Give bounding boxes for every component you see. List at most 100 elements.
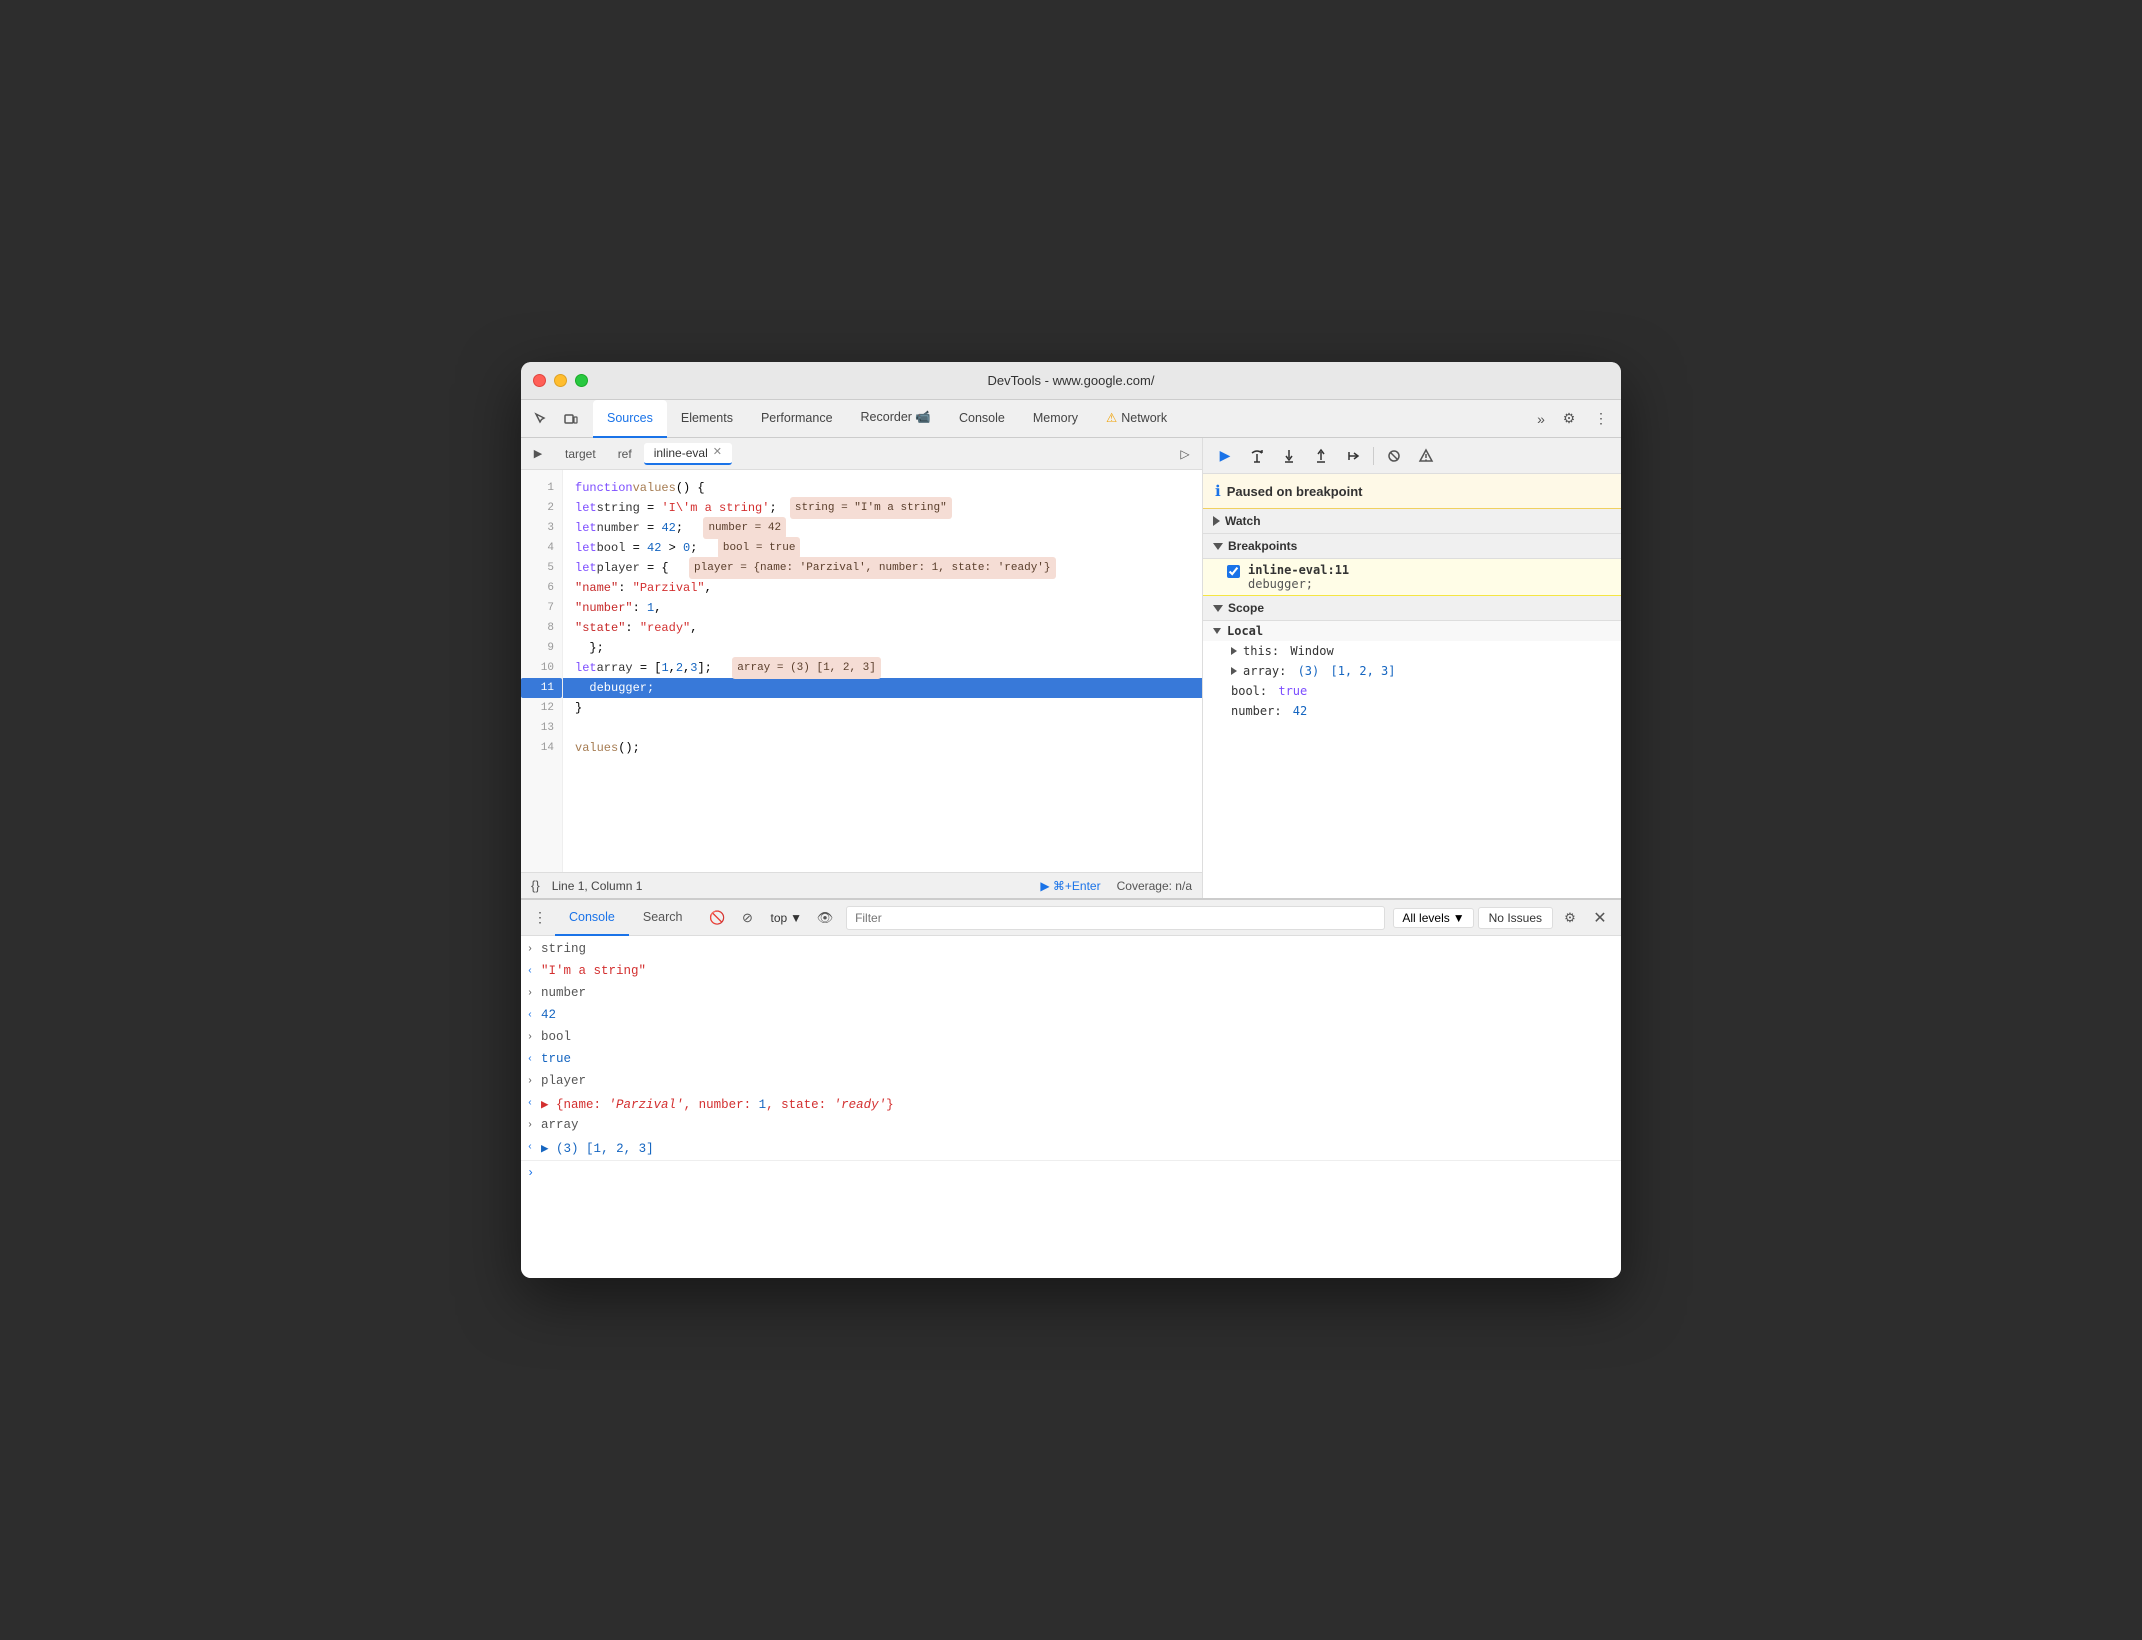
scope-section-header[interactable]: Scope	[1203, 596, 1621, 621]
input-arrow-icon-5: ›	[527, 1120, 533, 1131]
step-button[interactable]	[1339, 442, 1367, 470]
line-num-3: 3	[521, 518, 562, 538]
breakpoints-label: Breakpoints	[1228, 539, 1297, 553]
main-content: ▶ target ref inline-eval ✕ ▷ 1 2 3 4	[521, 438, 1621, 898]
line-num-1: 1	[521, 478, 562, 498]
array-expand-icon	[1231, 667, 1237, 675]
run-snippet-button[interactable]: ▶ ⌘+Enter	[1040, 879, 1100, 893]
tab-console-bottom[interactable]: Console	[555, 900, 629, 936]
code-line-1: function values() {	[563, 478, 1202, 498]
maximize-traffic-light[interactable]	[575, 374, 588, 387]
console-entry-number-output: ‹ 42	[521, 1006, 1621, 1028]
file-tree-toggle[interactable]: ▶	[527, 443, 549, 465]
console-entry-string-output: ‹ "I'm a string"	[521, 962, 1621, 984]
breakpoints-section-header[interactable]: Breakpoints	[1203, 534, 1621, 559]
tab-network[interactable]: ⚠Network	[1092, 400, 1181, 438]
code-line-13	[563, 718, 1202, 738]
tab-search[interactable]: Search	[629, 900, 697, 936]
console-prompt-icon: ›	[527, 1166, 534, 1180]
no-issues-button[interactable]: No Issues	[1478, 907, 1553, 929]
eye-icon[interactable]: 👁	[812, 905, 838, 931]
scope-val-array-content: [1, 2, 3]	[1330, 664, 1395, 678]
scope-array[interactable]: array: (3) [1, 2, 3]	[1203, 661, 1621, 681]
resume-button[interactable]: ▶	[1211, 442, 1239, 470]
console-text-number-input: number	[541, 986, 1613, 1000]
more-source-tabs-button[interactable]: ▷	[1174, 443, 1196, 465]
settings-icon[interactable]: ⚙	[1555, 405, 1583, 433]
line-num-6: 6	[521, 578, 562, 598]
code-line-3: let number = 42; number = 42	[563, 518, 1202, 538]
context-label: top	[770, 911, 787, 925]
level-arrow-icon: ▼	[1453, 911, 1465, 925]
sources-panel: ▶ target ref inline-eval ✕ ▷ 1 2 3 4	[521, 438, 1203, 898]
source-tab-target[interactable]: target	[555, 444, 606, 464]
tab-recorder[interactable]: Recorder 📹	[847, 400, 945, 438]
tab-elements[interactable]: Elements	[667, 400, 747, 438]
console-entry-array-input: › array	[521, 1116, 1621, 1138]
scope-val-number: 42	[1293, 704, 1307, 718]
more-tabs-button[interactable]: »	[1527, 405, 1555, 433]
status-bar-right: ▶ ⌘+Enter Coverage: n/a	[1040, 879, 1192, 893]
tab-console[interactable]: Console	[945, 400, 1019, 438]
close-tab-icon[interactable]: ✕	[713, 447, 722, 458]
scope-key-array: array:	[1243, 664, 1294, 678]
pause-on-exception-button[interactable]	[1412, 442, 1440, 470]
prohibit-icon[interactable]: ⊘	[734, 905, 760, 931]
return-arrow-icon-5: ‹	[527, 1142, 533, 1153]
step-into-button[interactable]	[1275, 442, 1303, 470]
context-selector[interactable]: top ▼	[764, 909, 808, 927]
customize-menu-icon[interactable]: ⋮	[1587, 405, 1615, 433]
clear-console-button[interactable]: 🚫	[704, 905, 730, 931]
code-line-12: }	[563, 698, 1202, 718]
watch-section-header[interactable]: Watch	[1203, 509, 1621, 534]
console-menu-button[interactable]: ⋮	[529, 907, 551, 929]
console-text-string-output: "I'm a string"	[541, 964, 1613, 978]
tab-performance[interactable]: Performance	[747, 400, 847, 438]
line-num-2: 2	[521, 498, 562, 518]
source-tab-inline-eval[interactable]: inline-eval ✕	[644, 443, 732, 465]
minimize-traffic-light[interactable]	[554, 374, 567, 387]
run-label: ▶ ⌘+Enter	[1040, 879, 1100, 893]
code-line-8: "state": "ready",	[563, 618, 1202, 638]
device-toolbar-icon[interactable]	[557, 405, 585, 433]
filter-input[interactable]	[846, 906, 1385, 930]
step-out-button[interactable]	[1307, 442, 1335, 470]
info-icon: ℹ	[1215, 482, 1221, 500]
source-file-tabs: target ref inline-eval ✕	[555, 443, 1174, 465]
tab-sources[interactable]: Sources	[593, 400, 667, 438]
source-tab-ref[interactable]: ref	[608, 444, 642, 464]
input-arrow-icon: ›	[527, 944, 533, 955]
console-input[interactable]	[541, 1165, 1613, 1180]
console-entry-array-output: ‹ ▶ (3) [1, 2, 3]	[521, 1138, 1621, 1160]
close-console-button[interactable]: ✕	[1587, 905, 1613, 931]
log-level-selector[interactable]: All levels ▼	[1393, 908, 1473, 928]
code-lines[interactable]: function values() { let string = 'I\'m a…	[563, 470, 1202, 872]
breakpoint-checkbox[interactable]	[1227, 565, 1240, 578]
scope-label: Scope	[1228, 601, 1264, 615]
console-entry-player-output: ‹ ▶ {name: 'Parzival', number: 1, state:…	[521, 1094, 1621, 1116]
line-num-5: 5	[521, 558, 562, 578]
scope-number: number: 42	[1203, 701, 1621, 721]
bottom-panel: ⋮ Console Search 🚫 ⊘ top ▼ 👁 All levels …	[521, 898, 1621, 1278]
step-over-button[interactable]	[1243, 442, 1271, 470]
inspect-icon[interactable]	[527, 405, 555, 433]
tab-memory[interactable]: Memory	[1019, 400, 1092, 438]
close-traffic-light[interactable]	[533, 374, 546, 387]
code-line-14: values();	[563, 738, 1202, 758]
console-text-number-output: 42	[541, 1008, 1613, 1022]
console-text-player-output: ▶ {name: 'Parzival', number: 1, state: '…	[541, 1096, 1613, 1112]
deactivate-breakpoints-button[interactable]	[1380, 442, 1408, 470]
console-entry-string-input: › string	[521, 940, 1621, 962]
console-text-bool-input: bool	[541, 1030, 1613, 1044]
local-section-label[interactable]: Local	[1203, 621, 1621, 641]
scope-bool: bool: true	[1203, 681, 1621, 701]
source-tabs-bar: ▶ target ref inline-eval ✕ ▷	[521, 438, 1202, 470]
return-arrow-icon-3: ‹	[527, 1054, 533, 1065]
debug-sections: Watch Breakpoints inline-eval:11 debugge…	[1203, 509, 1621, 898]
line-num-13: 13	[521, 718, 562, 738]
scope-key-this: this:	[1243, 644, 1286, 658]
line-num-8: 8	[521, 618, 562, 638]
console-settings-button[interactable]: ⚙	[1557, 905, 1583, 931]
scope-this[interactable]: this: Window	[1203, 641, 1621, 661]
paused-banner: ℹ Paused on breakpoint	[1203, 474, 1621, 509]
